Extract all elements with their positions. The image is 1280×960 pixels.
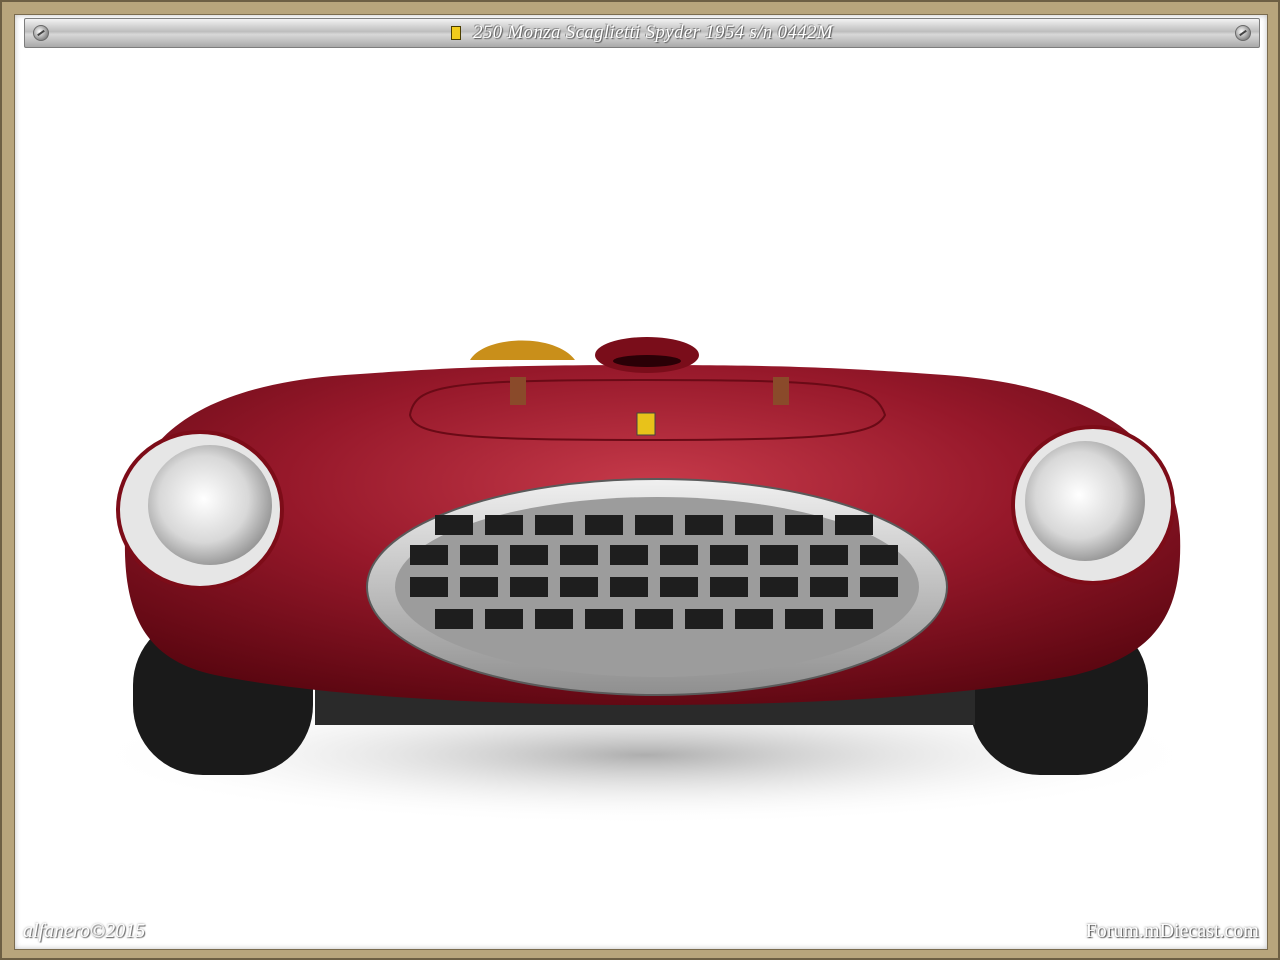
air-scoop-opening: [613, 355, 681, 367]
photo-frame: alfanero©2015 Forum.mDiecast.com 250 Mon…: [0, 0, 1280, 960]
bonnet-strap-right: [773, 377, 789, 405]
headrest: [470, 340, 575, 360]
photo-area: alfanero©2015 Forum.mDiecast.com: [14, 14, 1268, 950]
screw-icon: [33, 25, 49, 41]
right-headlight: [1025, 441, 1145, 561]
prancing-horse-icon: [451, 26, 462, 40]
site-watermark: Forum.mDiecast.com: [1085, 920, 1259, 942]
left-headlight: [148, 445, 272, 565]
photographer-signature: alfanero©2015: [23, 920, 146, 942]
title-bar: 250 Monza Scaglietti Spyder 1954 s/n 044…: [24, 18, 1260, 48]
bonnet-strap-left: [510, 377, 526, 405]
screw-icon: [1235, 25, 1251, 41]
car-photo: [85, 337, 1205, 825]
hood-badge: [636, 412, 656, 436]
page-title: 250 Monza Scaglietti Spyder 1954 s/n 044…: [473, 22, 833, 43]
